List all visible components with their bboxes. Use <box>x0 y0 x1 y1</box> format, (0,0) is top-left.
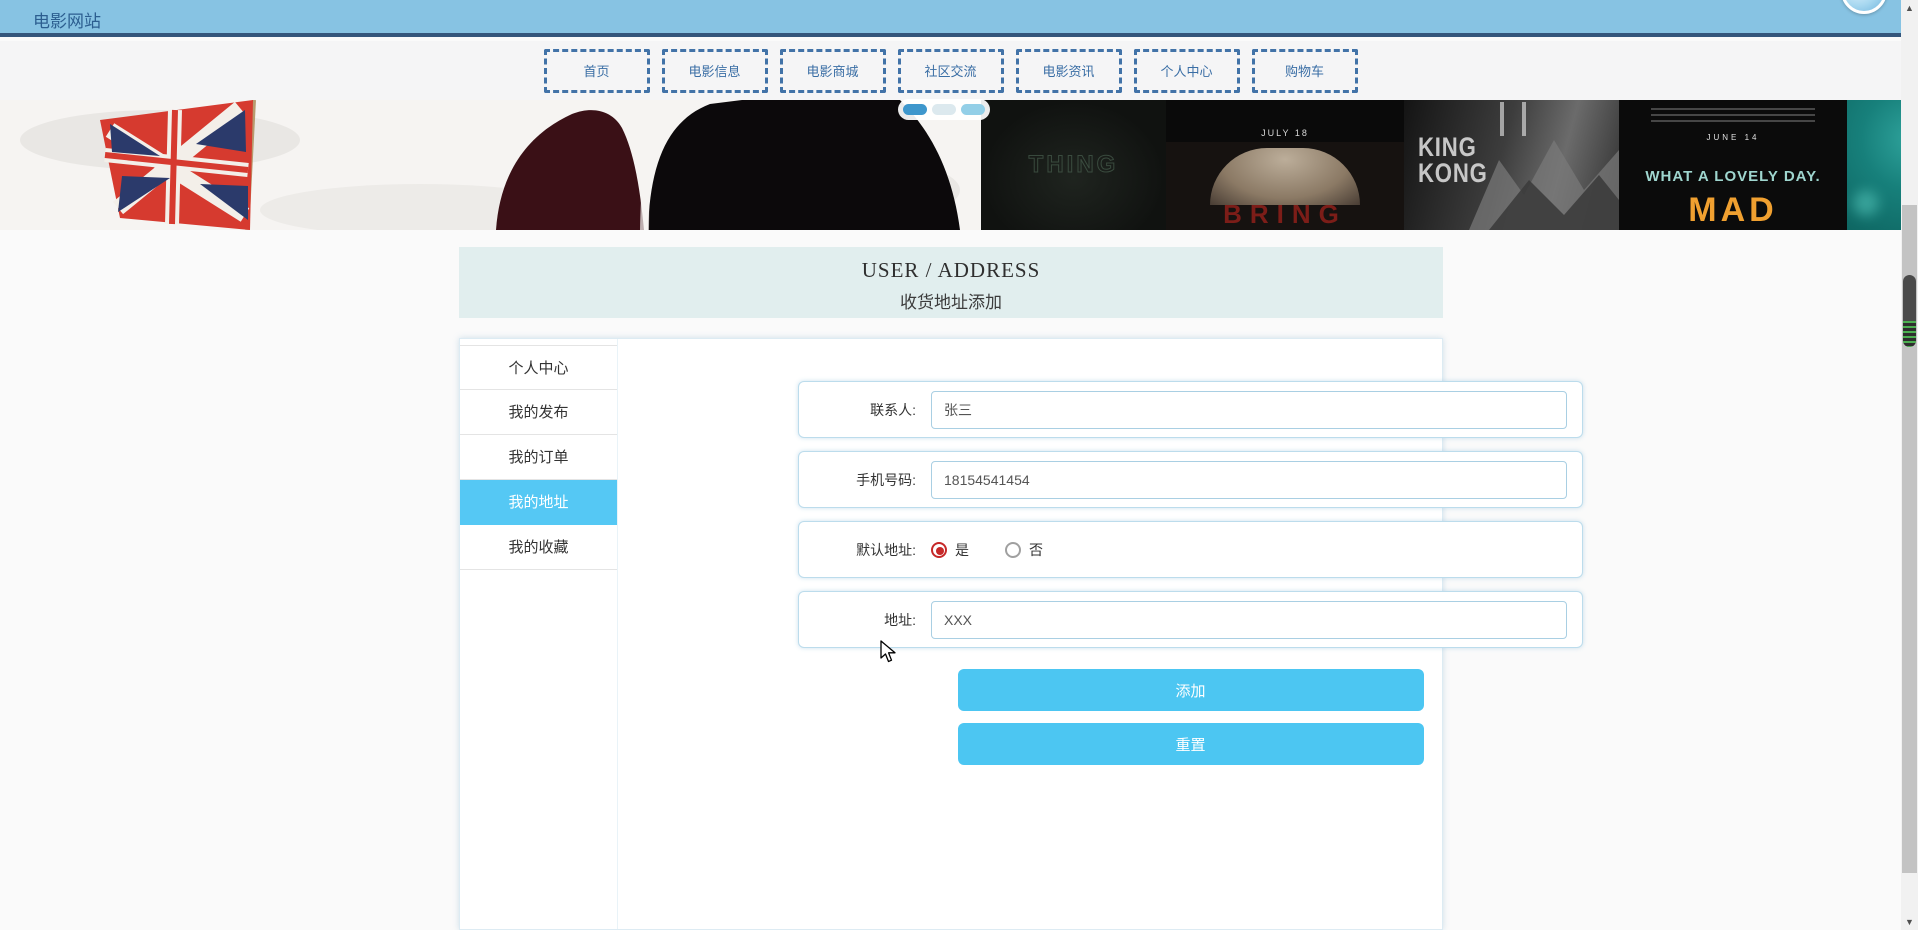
radio-no-label: 否 <box>1029 541 1043 558</box>
sidebar-item-personal-center[interactable]: 个人中心 <box>460 345 617 390</box>
carousel-dot-2[interactable] <box>932 104 956 115</box>
nav-item-cart[interactable]: 购物车 <box>1251 48 1358 93</box>
page-title: 收货地址添加 <box>900 293 1002 312</box>
sidebar: 个人中心 我的发布 我的订单 我的地址 我的收藏 <box>460 339 618 929</box>
poster-mad-title: MAD <box>1688 191 1778 229</box>
poster-teal[interactable] <box>1847 100 1901 230</box>
nav-item-movie-mall[interactable]: 电影商城 <box>779 48 886 93</box>
site-title: 电影网站 <box>33 12 101 31</box>
radio-yes-icon[interactable] <box>931 541 947 558</box>
main-nav: 首页 电影信息 电影商城 社区交流 电影资讯 个人中心 购物车 <box>0 41 1901 100</box>
contact-input[interactable] <box>931 390 1567 429</box>
radio-option-yes[interactable]: 是 <box>931 540 969 560</box>
nav-item-home[interactable]: 首页 <box>543 48 650 93</box>
scrollbar-marker-stripes <box>1903 321 1916 347</box>
phone-label: 手机号码: <box>856 471 916 488</box>
poster-the-thing[interactable]: THING <box>981 100 1166 230</box>
poster-bring-arch-art <box>1210 147 1360 205</box>
breadcrumb: USER / ADDRESS <box>861 258 1041 282</box>
carousel-pager <box>898 99 990 120</box>
radio-yes-label: 是 <box>955 541 969 558</box>
poster-mad-max[interactable]: JUNE 14 WHAT A LOVELY DAY. MAD <box>1619 100 1847 230</box>
sidebar-item-my-address[interactable]: 我的地址 <box>460 480 617 525</box>
scrollbar-marker <box>1903 275 1916 347</box>
add-button[interactable]: 添加 <box>957 669 1424 711</box>
poster-teal-blur-art <box>1853 190 1879 216</box>
contact-row: 联系人: <box>798 381 1583 438</box>
default-address-row: 默认地址: 是 否 <box>798 521 1583 578</box>
phone-input[interactable] <box>931 460 1567 499</box>
content-card: 个人中心 我的发布 我的订单 我的地址 我的收藏 联系人: 手机号码: 默认地址… <box>459 338 1583 930</box>
phone-row: 手机号码: <box>798 451 1583 508</box>
poster-bring-header: JULY 18 <box>1166 100 1404 142</box>
poster-king-kong[interactable]: KING KONG <box>1404 100 1619 230</box>
page-heading: USER / ADDRESS 收货地址添加 <box>459 247 1443 318</box>
contact-label: 联系人: <box>870 401 916 418</box>
header-bar: 电影网站 <box>0 0 1901 37</box>
poster-mad-tagline: WHAT A LOVELY DAY. <box>1645 168 1821 185</box>
globe-icon[interactable] <box>1841 0 1887 14</box>
poster-bring-date: JULY 18 <box>1261 127 1309 138</box>
sidebar-item-my-posts[interactable]: 我的发布 <box>460 390 617 435</box>
radio-option-no[interactable]: 否 <box>1005 540 1043 560</box>
address-label: 地址: <box>884 611 916 628</box>
nav-item-movie-info[interactable]: 电影信息 <box>661 48 768 93</box>
carousel-slide-kingsman[interactable] <box>0 100 981 230</box>
carousel-dot-1-active[interactable] <box>903 104 927 115</box>
default-address-radio-group: 是 否 <box>931 540 1043 560</box>
carousel-dot-3[interactable] <box>961 104 985 115</box>
address-form: 联系人: 手机号码: 默认地址: 是 否 <box>618 339 1583 929</box>
address-row: 地址: <box>798 591 1583 648</box>
poster-mad-release: JUNE 14 <box>1706 133 1760 142</box>
reset-button[interactable]: 重置 <box>957 723 1424 765</box>
kingsman-banner-art <box>0 100 981 230</box>
poster-bring[interactable]: JULY 18 BRING <box>1166 100 1404 230</box>
poster-kong-mountains-art <box>1469 140 1619 230</box>
scrollbar[interactable]: ▲ ▼ <box>1901 0 1918 930</box>
sidebar-item-my-favorites[interactable]: 我的收藏 <box>460 525 617 570</box>
nav-item-movie-news[interactable]: 电影资讯 <box>1015 48 1122 93</box>
poster-mad-credits-art <box>1650 108 1816 123</box>
nav-item-personal-center[interactable]: 个人中心 <box>1133 48 1240 93</box>
nav-item-community[interactable]: 社区交流 <box>897 48 1004 93</box>
radio-no-icon[interactable] <box>1005 541 1021 558</box>
address-input[interactable] <box>931 600 1567 639</box>
default-address-label: 默认地址: <box>856 541 916 558</box>
scrollbar-up-icon[interactable]: ▲ <box>1901 0 1918 16</box>
poster-thing-title: THING <box>1028 151 1119 179</box>
sidebar-item-my-orders[interactable]: 我的订单 <box>460 435 617 480</box>
scrollbar-down-icon[interactable]: ▼ <box>1901 914 1918 930</box>
